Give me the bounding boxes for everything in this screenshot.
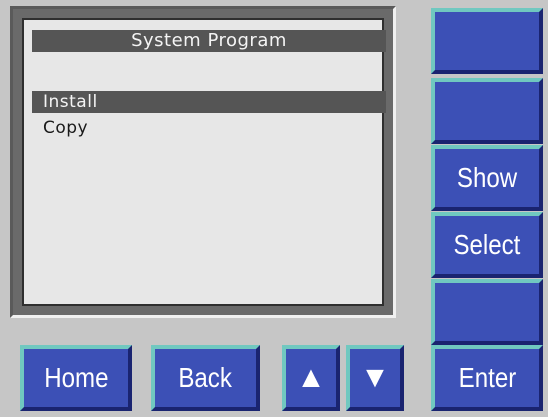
scroll-down-button[interactable]: ▼: [346, 345, 404, 411]
screen-title: System Program: [32, 30, 386, 52]
menu-item-install[interactable]: Install: [32, 91, 386, 113]
softkey-2-button[interactable]: [431, 78, 543, 144]
show-button[interactable]: Show: [431, 145, 543, 211]
scroll-up-button[interactable]: ▲: [282, 345, 340, 411]
enter-button-label: Enter: [458, 362, 516, 393]
back-button[interactable]: Back: [151, 345, 260, 411]
lcd-screen: System Program Install Copy: [22, 18, 386, 306]
screen-bezel: System Program Install Copy: [10, 6, 396, 318]
select-button-label: Select: [453, 229, 521, 260]
arrow-up-icon: ▲: [296, 361, 326, 394]
softkey-1-button[interactable]: [431, 8, 543, 74]
home-button-label: Home: [43, 362, 109, 393]
enter-button[interactable]: Enter: [431, 345, 543, 411]
home-button[interactable]: Home: [20, 345, 132, 411]
arrow-down-icon: ▼: [360, 361, 390, 394]
softkey-5-button[interactable]: [431, 279, 543, 345]
show-button-label: Show: [456, 162, 518, 193]
control-panel: System Program Install Copy Show Select …: [0, 0, 548, 417]
select-button[interactable]: Select: [431, 212, 543, 278]
menu-item-copy[interactable]: Copy: [32, 117, 386, 139]
back-button-label: Back: [178, 362, 233, 393]
